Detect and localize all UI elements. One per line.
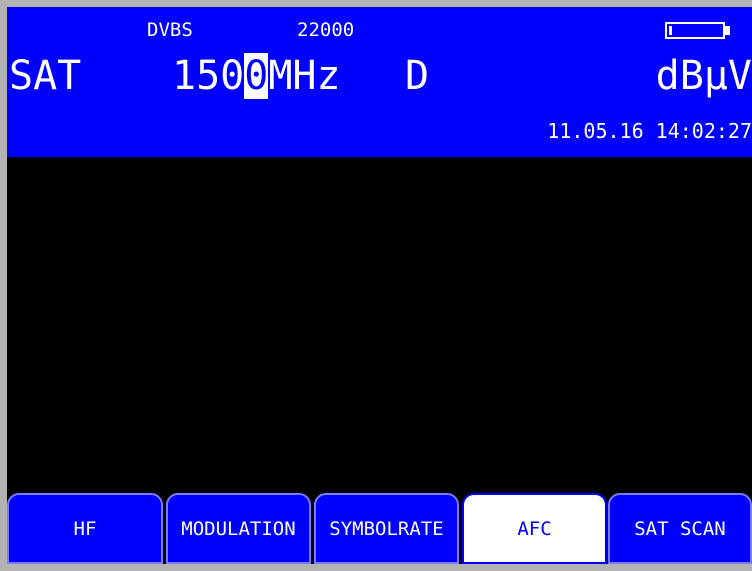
- symbolrate-value: 22000: [297, 19, 355, 41]
- polarization-label: D: [405, 53, 430, 99]
- frequency-unit: MHz: [268, 53, 341, 99]
- battery-tip: [725, 26, 730, 35]
- frequency-cursor-digit[interactable]: 0: [244, 53, 269, 99]
- softkey-symbolrate[interactable]: SYMBOLRATE: [314, 493, 459, 564]
- softkey-bar: HF MODULATION SYMBOLRATE AFC SAT SCAN: [7, 493, 752, 564]
- standard-label: DVBS: [147, 19, 193, 41]
- level-unit: dBµV: [655, 53, 752, 99]
- datetime: 11.05.16 14:02:27: [547, 119, 752, 143]
- status-header: DVBS 22000 SAT 1500MHz D dBµV 11.05.16 1…: [7, 7, 752, 157]
- frequency-prefix: 150: [172, 53, 245, 99]
- instrument-screen: DVBS 22000 SAT 1500MHz D dBµV 11.05.16 1…: [7, 7, 752, 564]
- softkey-afc[interactable]: AFC: [462, 493, 607, 564]
- softkey-hf[interactable]: HF: [7, 493, 163, 564]
- battery-level-fill: [669, 26, 672, 35]
- band-label: SAT: [9, 53, 82, 99]
- battery-icon: [665, 22, 725, 39]
- softkey-sat-scan[interactable]: SAT SCAN: [608, 493, 752, 564]
- frequency-display[interactable]: 1500MHz: [172, 53, 341, 99]
- softkey-modulation[interactable]: MODULATION: [166, 493, 311, 564]
